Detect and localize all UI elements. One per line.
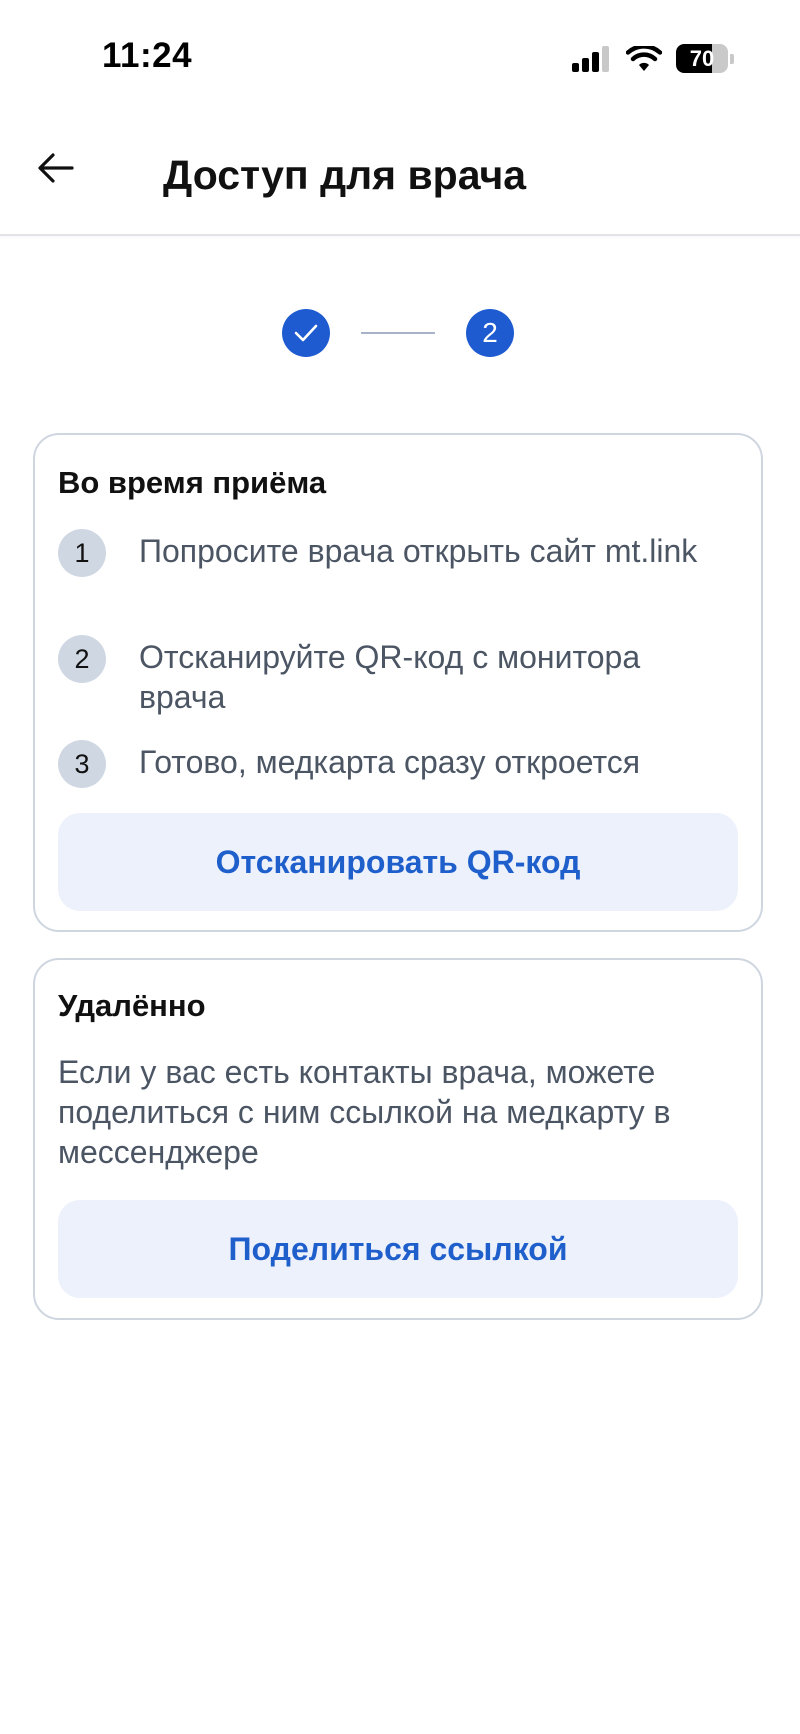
instruction-step: 1 Попросите врача открыть сайт mt.link [58, 529, 721, 577]
step-connector [361, 332, 435, 334]
scan-qr-button[interactable]: Отсканировать QR-код [58, 813, 738, 911]
step-number-badge: 2 [58, 635, 106, 683]
battery-icon: 70 [676, 44, 728, 73]
remote-card: Удалённо Если у вас есть контакты врача,… [33, 958, 763, 1320]
header: Доступ для врача [0, 110, 800, 236]
battery-tip [730, 53, 734, 64]
share-link-button[interactable]: Поделиться ссылкой [58, 1200, 738, 1298]
checkmark-icon [294, 324, 318, 342]
step-text: Попросите врача открыть сайт mt.link [139, 533, 698, 569]
status-bar: 11:24 70 [0, 0, 800, 110]
step-1-complete [282, 309, 330, 357]
remote-description: Если у вас есть контакты врача, можете п… [58, 1054, 671, 1170]
step-number-badge: 1 [58, 529, 106, 577]
signal-icon [572, 45, 609, 72]
instruction-step: 3 Готово, медкарта сразу откроется [58, 740, 721, 788]
page-title: Доступ для врача [163, 152, 527, 198]
back-button[interactable] [30, 142, 82, 194]
status-icons: 70 [572, 44, 734, 73]
remote-title: Удалённо [58, 988, 206, 1023]
step-text: Готово, медкарта сразу откроется [139, 744, 641, 780]
wifi-icon [626, 45, 662, 71]
in-person-card: Во время приёма 1 Попросите врача открыт… [33, 433, 763, 932]
arrow-left-icon [38, 153, 74, 183]
step-text: Отсканируйте QR-код с монитора врача [139, 639, 641, 715]
battery-level: 70 [689, 45, 715, 71]
status-time: 11:24 [102, 36, 193, 75]
step-2-current: 2 [466, 309, 514, 357]
instruction-step: 2 Отсканируйте QR-код с монитора врача [58, 635, 721, 717]
step-number-badge: 3 [58, 740, 106, 788]
in-person-title: Во время приёма [58, 465, 327, 500]
stepper: 2 [282, 309, 514, 357]
